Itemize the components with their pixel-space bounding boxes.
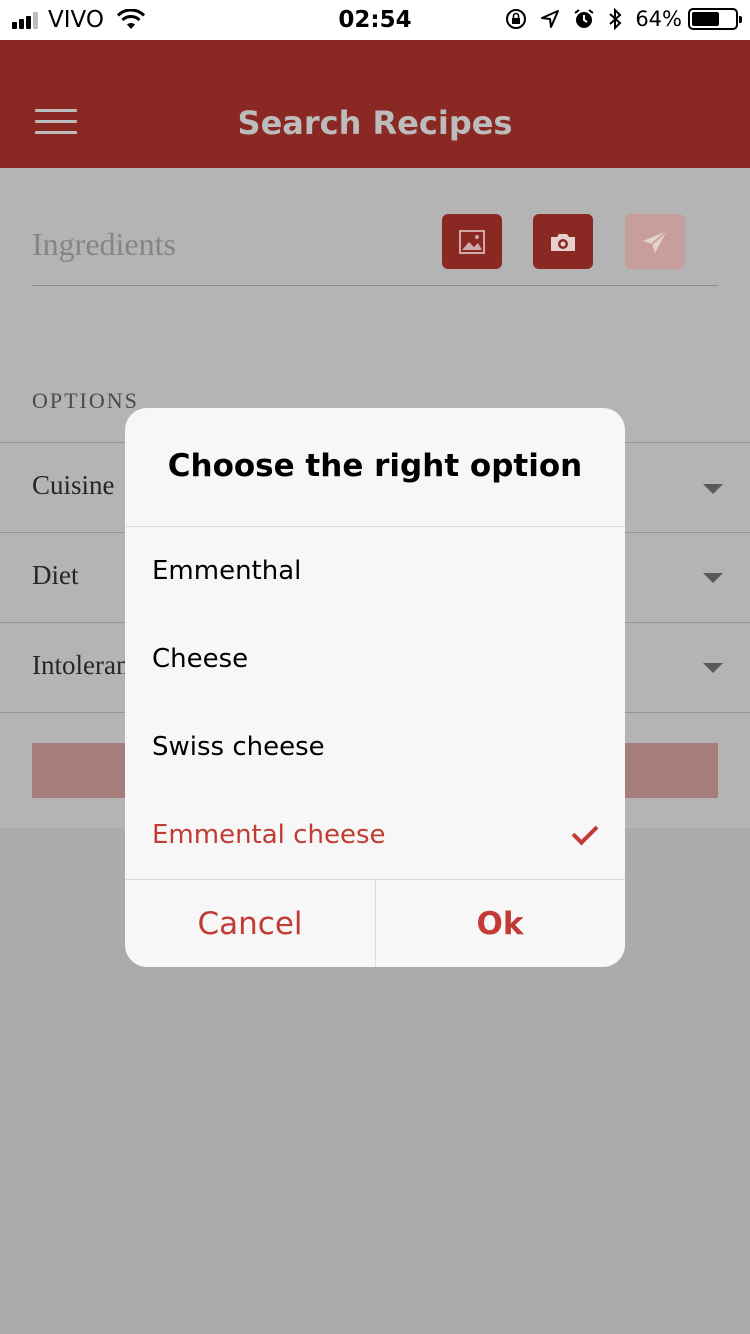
send-button[interactable] (625, 214, 685, 269)
cuisine-select[interactable]: Cuisine (32, 470, 115, 501)
option-item-selected[interactable]: Emmental cheese (125, 792, 625, 880)
checkmark-icon (571, 818, 599, 846)
image-icon (459, 229, 485, 254)
option-dialog: Choose the right option Emmenthal Cheese… (125, 408, 625, 967)
option-label: Cheese (152, 644, 249, 674)
rotation-lock-icon (506, 9, 527, 29)
status-bar: VIVO 02:54 64% (0, 0, 750, 40)
app-header: Search Recipes (0, 40, 750, 168)
bluetooth-icon (609, 8, 622, 30)
options-heading: OPTIONS (32, 388, 139, 413)
chevron-down-icon (703, 484, 723, 494)
divider (125, 526, 625, 527)
image-button[interactable] (442, 214, 502, 269)
option-item[interactable]: Cheese (125, 616, 625, 704)
alarm-icon (574, 9, 594, 28)
option-label: Swiss cheese (152, 732, 325, 762)
chevron-down-icon (703, 663, 723, 673)
intolerances-select[interactable]: Intoleran (32, 650, 129, 681)
camera-icon (551, 233, 575, 251)
option-label: Emmental cheese (152, 820, 386, 850)
option-label: Emmenthal (152, 556, 302, 586)
location-icon (541, 10, 560, 28)
battery-icon (688, 8, 742, 30)
chevron-down-icon (703, 573, 723, 583)
battery-percent: 64% (635, 7, 682, 31)
ok-button[interactable]: Ok (375, 880, 625, 967)
ingredients-input[interactable]: Ingredients (32, 226, 176, 263)
camera-button[interactable] (533, 214, 593, 269)
ingredients-underline (32, 285, 718, 286)
dialog-title: Choose the right option (167, 448, 583, 484)
send-icon (643, 229, 668, 253)
option-item[interactable]: Emmenthal (125, 528, 625, 616)
cancel-button[interactable]: Cancel (125, 880, 375, 967)
diet-select[interactable]: Diet (32, 560, 79, 591)
page-title: Search Recipes (237, 104, 513, 142)
option-item[interactable]: Swiss cheese (125, 704, 625, 792)
